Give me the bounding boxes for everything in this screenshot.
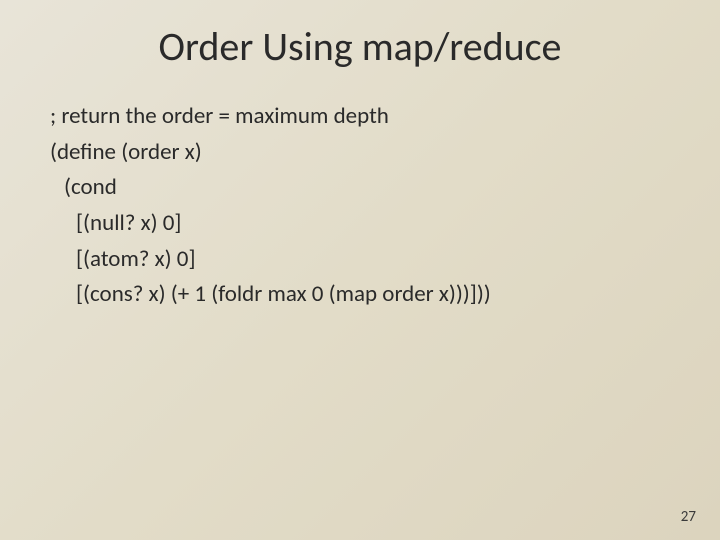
code-line: [(atom? x) 0] (50, 242, 670, 278)
code-line: ; return the order = maximum depth (50, 99, 670, 135)
code-line: [(cons? x) (+ 1 (foldr max 0 (map order … (50, 277, 670, 313)
code-line: (define (order x) (50, 135, 670, 171)
code-block: ; return the order = maximum depth (defi… (50, 99, 670, 313)
code-line: (cond (50, 170, 670, 206)
page-number: 27 (681, 508, 696, 526)
code-line: [(null? x) 0] (50, 206, 670, 242)
slide: Order Using map/reduce ; return the orde… (0, 0, 720, 540)
slide-title: Order Using map/reduce (50, 22, 670, 71)
